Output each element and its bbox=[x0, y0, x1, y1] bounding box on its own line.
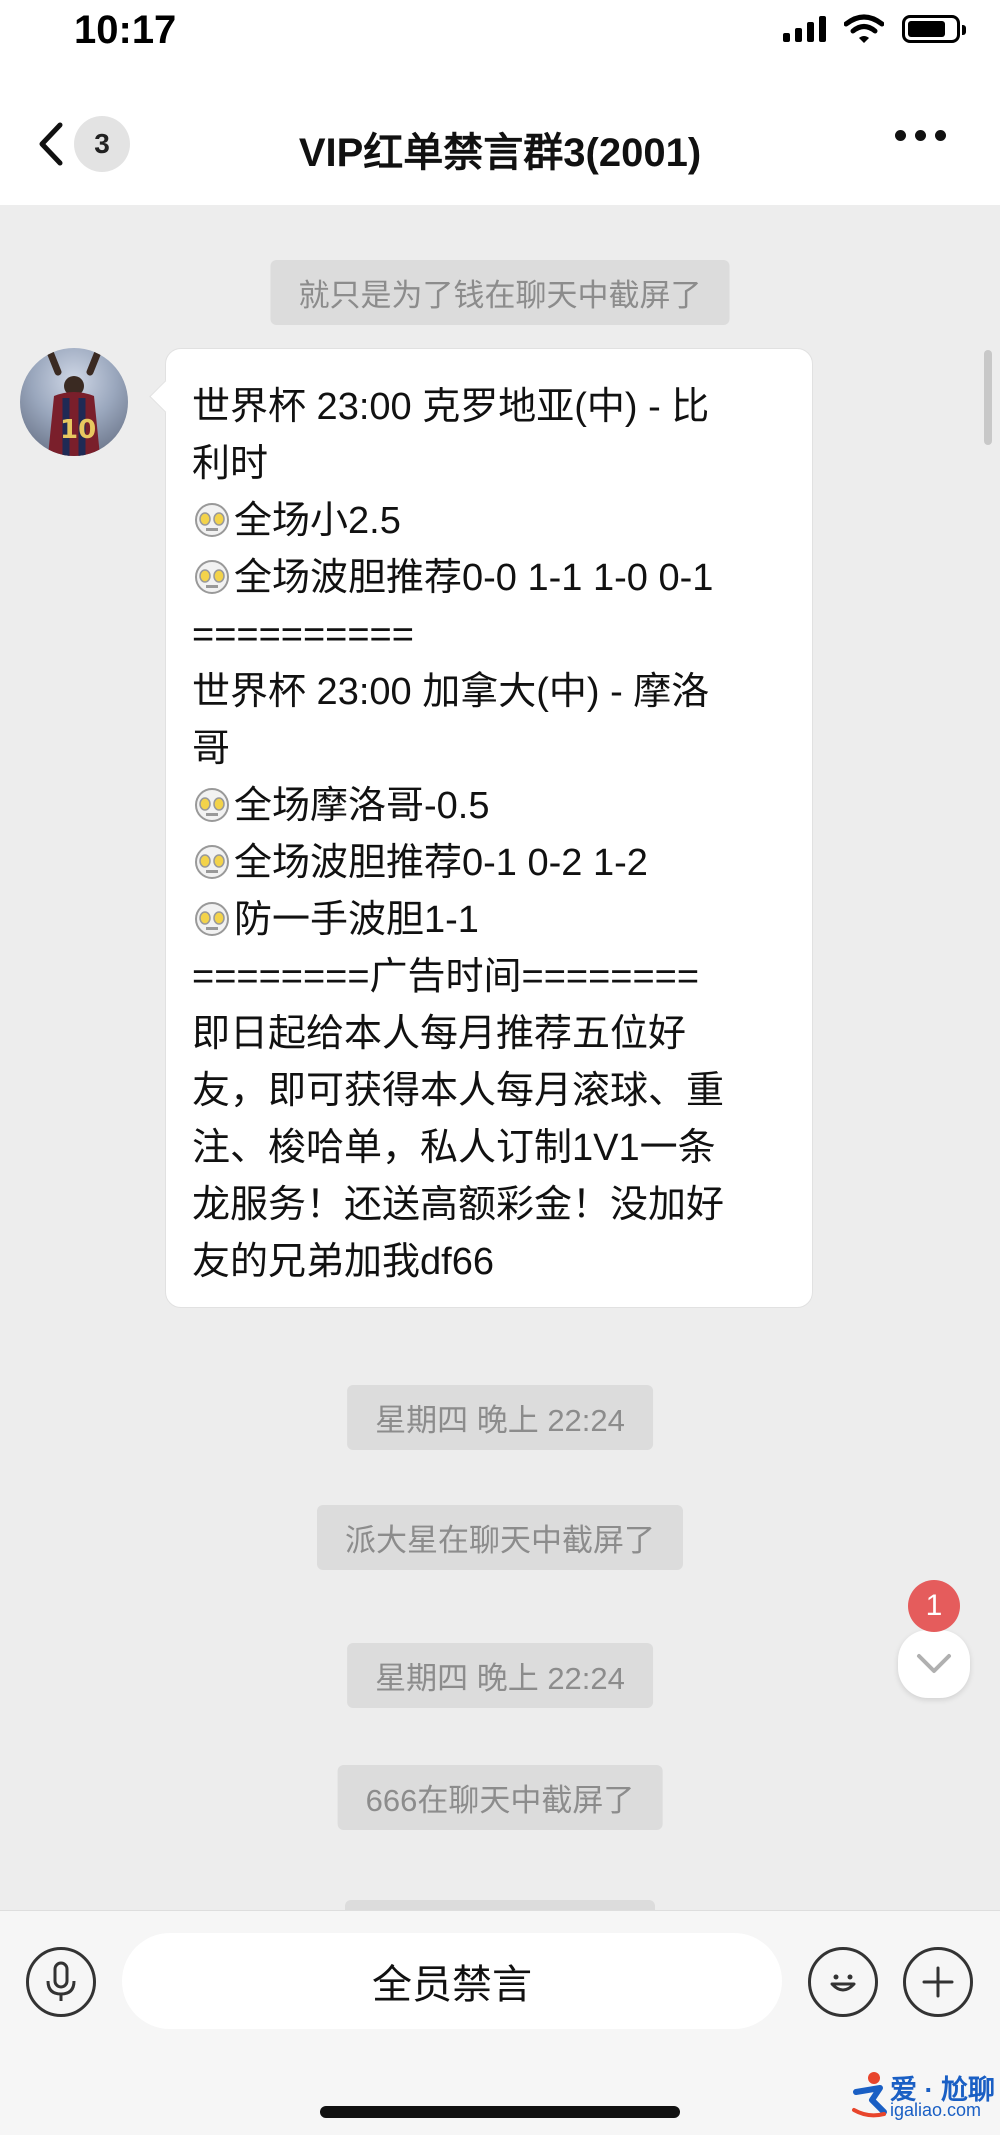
message-line: 利时 bbox=[192, 443, 269, 485]
voice-button[interactable] bbox=[26, 1947, 96, 2017]
timestamp-message: 星期四 晚上 22:24 bbox=[347, 1643, 653, 1708]
chat-title: VIP红单禁言群3(2001) bbox=[298, 131, 702, 175]
message-line: 世界杯 23:00 克罗地亚(中) - 比 bbox=[192, 386, 710, 428]
plus-icon bbox=[922, 1966, 954, 1998]
message-line: 友的兄弟加我df66 bbox=[192, 1241, 494, 1283]
message-line-text: 防一手波胆1-1 bbox=[234, 899, 479, 941]
all-muted-field[interactable]: 全员禁言 bbox=[122, 1933, 782, 2029]
new-message-badge[interactable]: 1 bbox=[908, 1580, 960, 1632]
chevron-down-icon bbox=[917, 1654, 951, 1673]
robot-face-icon bbox=[195, 845, 229, 879]
svg-text:10: 10 bbox=[60, 415, 96, 445]
robot-face-icon bbox=[195, 560, 229, 594]
emoji-button[interactable] bbox=[808, 1947, 878, 2017]
message-bubble[interactable]: 世界杯 23:00 克罗地亚(中) - 比 利时 全场小2.5 全场波胆推荐0-… bbox=[165, 348, 813, 1308]
status-time: 10:17 bbox=[74, 8, 177, 52]
message-line: 世界杯 23:00 加拿大(中) - 摩洛 bbox=[192, 671, 710, 713]
nav-bar: 3 VIP红单禁言群3(2001) bbox=[0, 70, 1000, 205]
robot-face-icon bbox=[195, 902, 229, 936]
watermark-domain: igaliao.com bbox=[890, 2100, 982, 2120]
scrollbar[interactable] bbox=[984, 350, 992, 445]
battery-icon bbox=[902, 15, 966, 43]
message-line-text: 全场波胆推荐0-1 0-2 1-2 bbox=[234, 842, 648, 884]
message-line: 龙服务！还送高额彩金！没加好 bbox=[192, 1184, 725, 1226]
status-icons bbox=[783, 14, 966, 44]
message-line: 防一手波胆1-1 bbox=[192, 892, 786, 949]
message-line: 哥 bbox=[192, 728, 231, 770]
microphone-icon bbox=[46, 1961, 76, 2001]
robot-face-icon bbox=[195, 788, 229, 822]
message-line-text: 全场摩洛哥-0.5 bbox=[234, 785, 490, 827]
timestamp-message: 星期四 晚上 22:24 bbox=[347, 1385, 653, 1450]
message-line: 全场摩洛哥-0.5 bbox=[192, 778, 786, 835]
smiley-icon bbox=[830, 1974, 856, 1992]
scroll-to-bottom-button[interactable] bbox=[898, 1630, 970, 1698]
more-button[interactable] bbox=[895, 130, 946, 141]
cellular-signal-icon bbox=[783, 16, 826, 42]
avatar-image: 10 bbox=[46, 348, 102, 456]
message-line: 全场小2.5 bbox=[192, 493, 786, 550]
system-message: 666在聊天中截屏了 bbox=[337, 1765, 663, 1830]
message-line: 即日起给本人每月推荐五位好 bbox=[192, 1013, 687, 1055]
more-actions-button[interactable] bbox=[903, 1947, 973, 2017]
avatar[interactable]: 10 bbox=[20, 348, 128, 456]
wifi-icon bbox=[844, 14, 884, 43]
home-indicator[interactable] bbox=[320, 2106, 680, 2118]
message-line: 友，即可获得本人每月滚球、重 bbox=[192, 1070, 725, 1112]
watermark-logo bbox=[852, 2072, 887, 2118]
message-line: ========== bbox=[192, 614, 414, 656]
message-line: 全场波胆推荐0-1 0-2 1-2 bbox=[192, 835, 786, 892]
system-message: 就只是为了钱在聊天中截屏了 bbox=[270, 260, 730, 325]
status-bar: 10:17 bbox=[0, 0, 1000, 70]
message-line-text: 全场小2.5 bbox=[234, 500, 401, 542]
system-message: 派大星在聊天中截屏了 bbox=[317, 1505, 683, 1570]
robot-face-icon bbox=[195, 503, 229, 537]
message-line: ========广告时间======== bbox=[192, 956, 700, 998]
message-line-text: 全场波胆推荐0-0 1-1 1-0 0-1 bbox=[234, 557, 714, 599]
chat-area[interactable]: 就只是为了钱在聊天中截屏了 10 世界杯 23:00 克罗地亚(中) - 比 利… bbox=[0, 205, 1000, 1910]
message-line: 全场波胆推荐0-0 1-1 1-0 0-1 bbox=[192, 550, 786, 607]
more-dots-icon bbox=[895, 130, 906, 141]
message-line: 注、梭哈单，私人订制1V1一条 bbox=[192, 1127, 716, 1169]
system-message-partial bbox=[345, 1900, 655, 1910]
